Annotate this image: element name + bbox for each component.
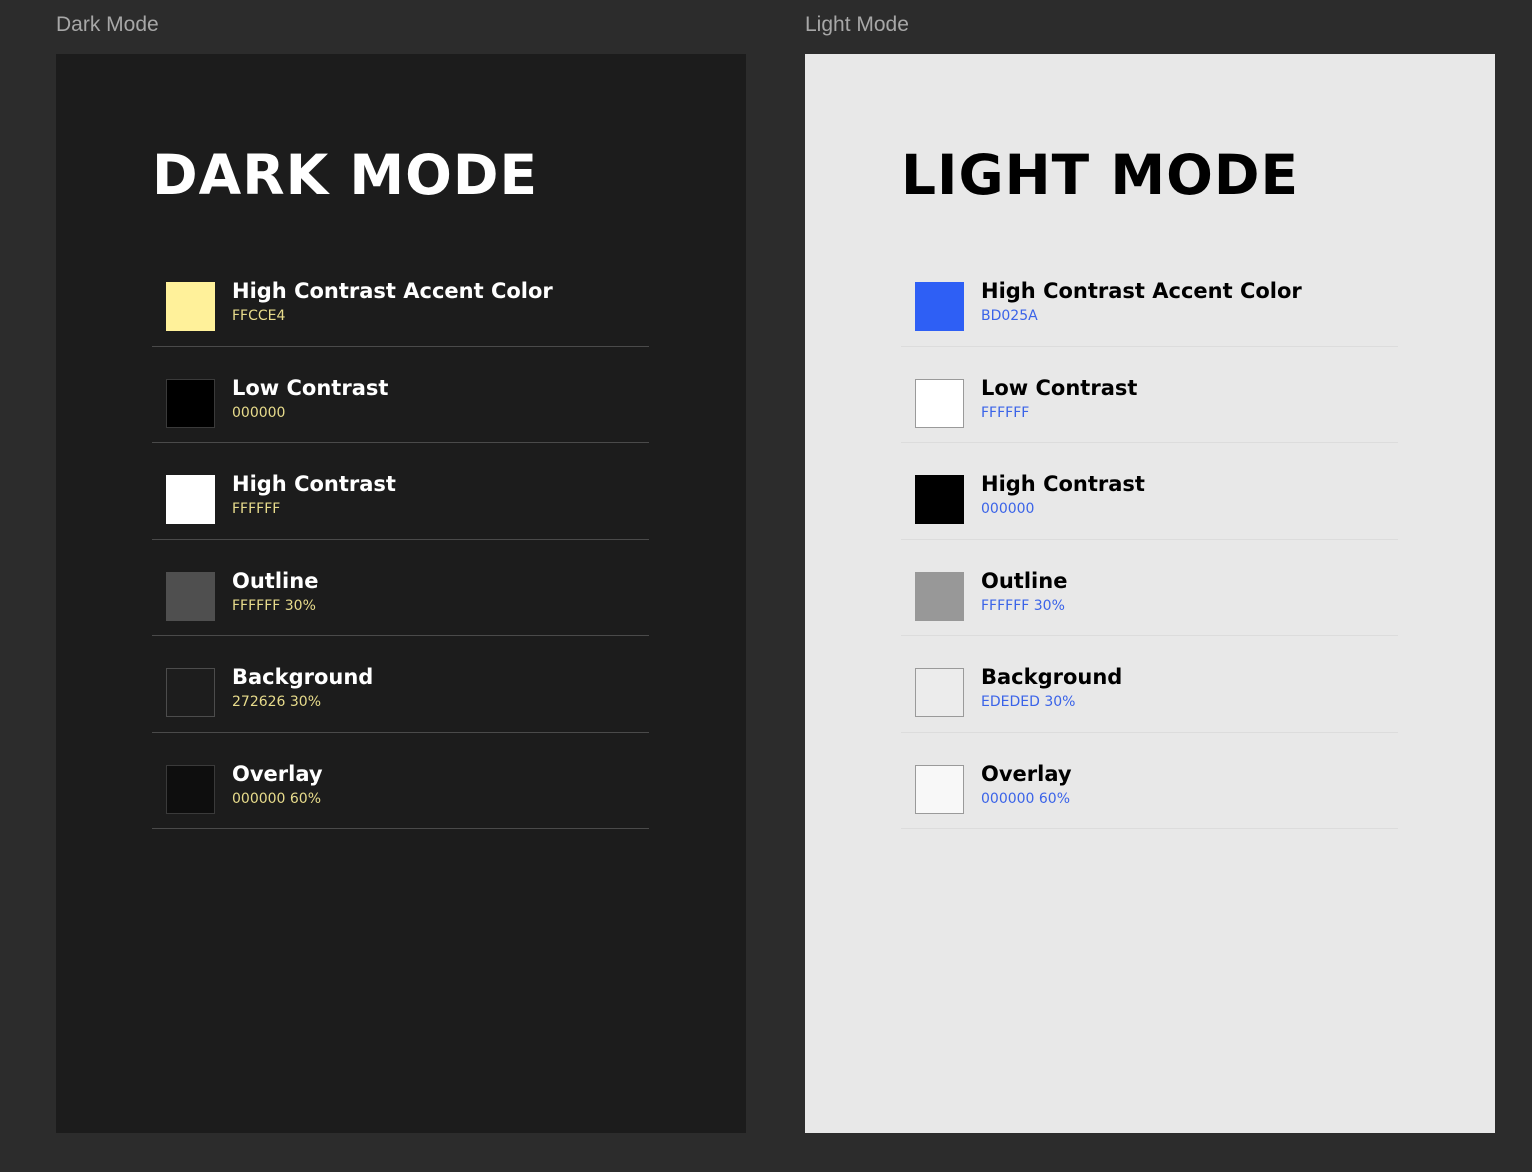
dark-mode-title: DARK MODE (152, 143, 539, 207)
light-swatch-row: Background EDEDED 30% (901, 636, 1398, 733)
color-swatch (915, 378, 964, 428)
swatch-name: Background (232, 665, 374, 689)
swatch-code: BD025A (981, 308, 1038, 324)
color-swatch (915, 764, 964, 814)
swatch-name: High Contrast Accent Color (981, 279, 1302, 303)
frame-label-light[interactable]: Light Mode (805, 13, 909, 37)
swatch-code: 000000 (981, 501, 1035, 517)
dark-swatch-row: Outline FFFFFF 30% (152, 540, 649, 636)
swatch-code: FFCCE4 (232, 308, 286, 324)
color-swatch (166, 764, 215, 814)
swatch-code: 272626 30% (232, 694, 322, 710)
light-mode-title: LIGHT MODE (901, 143, 1300, 207)
light-swatch-row: Overlay 000000 60% (901, 733, 1398, 829)
light-swatch-row: Low Contrast FFFFFF (901, 347, 1398, 443)
swatch-code: EDEDED 30% (981, 694, 1076, 710)
swatch-code: FFFFFF (981, 404, 1030, 421)
swatch-code: FFFFFF 30% (232, 597, 316, 614)
dark-swatch-row: High Contrast FFFFFF (152, 443, 649, 540)
dark-swatch-row: Low Contrast 000000 (152, 347, 649, 443)
color-swatch (166, 475, 215, 524)
swatch-code: 000000 60% (232, 790, 322, 807)
swatch-name: Outline (981, 568, 1068, 593)
swatch-code: FFFFFF (232, 501, 281, 517)
color-swatch (915, 571, 964, 621)
light-swatch-row: Outline FFFFFF 30% (901, 540, 1398, 636)
swatch-name: High Contrast (232, 472, 396, 496)
dark-mode-frame[interactable]: DARK MODE High Contrast Accent Color FFC… (56, 54, 746, 1133)
swatch-name: Low Contrast (981, 375, 1138, 400)
dark-swatch-row: High Contrast Accent Color FFCCE4 (152, 250, 649, 347)
color-swatch (166, 571, 215, 621)
color-swatch (915, 475, 964, 524)
light-mode-frame[interactable]: LIGHT MODE High Contrast Accent Color BD… (805, 54, 1495, 1133)
color-swatch (915, 282, 964, 331)
dark-swatch-row: Background 272626 30% (152, 636, 649, 733)
light-swatch-row: High Contrast 000000 (901, 443, 1398, 540)
swatch-code: 000000 (232, 404, 286, 421)
dark-swatch-row: Overlay 000000 60% (152, 733, 649, 829)
swatch-code: 000000 60% (981, 790, 1071, 807)
light-swatch-list: High Contrast Accent Color BD025A Low Co… (901, 250, 1398, 829)
swatch-name: Low Contrast (232, 375, 389, 400)
swatch-name: Overlay (232, 761, 323, 786)
swatch-name: High Contrast (981, 472, 1145, 496)
color-swatch (166, 282, 215, 331)
dark-swatch-list: High Contrast Accent Color FFCCE4 Low Co… (152, 250, 649, 829)
frame-label-dark[interactable]: Dark Mode (56, 13, 159, 37)
swatch-name: Outline (232, 568, 319, 593)
light-swatch-row: High Contrast Accent Color BD025A (901, 250, 1398, 347)
swatch-name: Overlay (981, 761, 1072, 786)
color-swatch (166, 378, 215, 428)
color-swatch (166, 668, 215, 717)
swatch-code: FFFFFF 30% (981, 597, 1065, 614)
swatch-name: High Contrast Accent Color (232, 279, 553, 303)
swatch-name: Background (981, 665, 1123, 689)
color-swatch (915, 668, 964, 717)
